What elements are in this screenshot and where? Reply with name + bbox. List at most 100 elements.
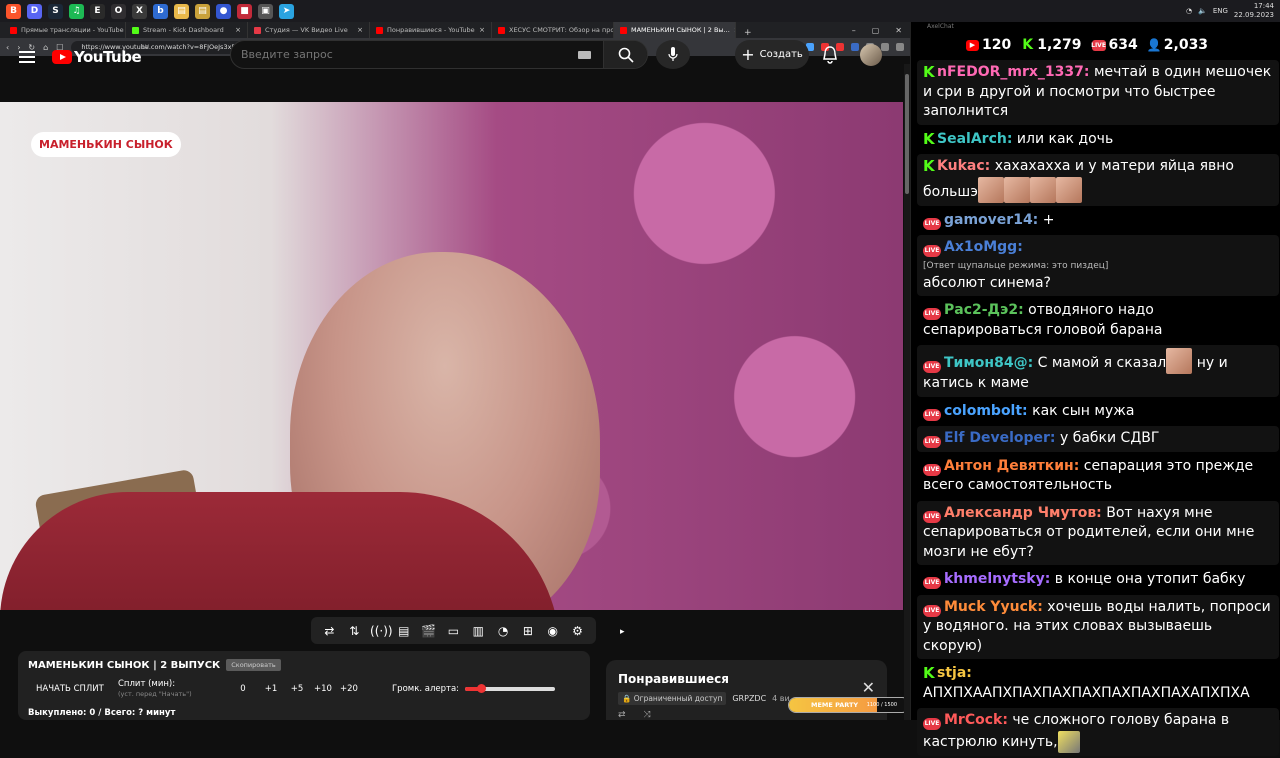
meme-party-fill: MEME PARTY	[789, 698, 877, 712]
extension-tool-icon[interactable]: ((·))	[370, 624, 393, 638]
chat-message: LIVE Антон Девяткин: сепарация это прежде…	[917, 454, 1279, 499]
avatar[interactable]	[860, 44, 882, 66]
copy-button[interactable]: Скопировать	[226, 659, 281, 671]
discord-icon[interactable]: D	[27, 3, 42, 19]
chat-author[interactable]: Александр Чмутов:	[944, 505, 1102, 521]
steam-icon[interactable]: S	[48, 3, 63, 19]
close-playlist-icon[interactable]: ✕	[862, 678, 875, 697]
telegram-icon[interactable]: ➤	[279, 3, 294, 19]
notifications-bell-icon[interactable]	[822, 46, 838, 68]
app-gray-icon[interactable]: ▣	[258, 3, 273, 19]
keyboard-icon[interactable]	[578, 50, 591, 59]
chat-author[interactable]: Elf Developer:	[944, 430, 1056, 446]
start-split-button[interactable]: НАЧАТЬ СПЛИТ	[28, 684, 118, 694]
chat-message: LIVE gamover14: +	[917, 208, 1279, 234]
chat-author[interactable]: Тимон84@:	[944, 355, 1033, 371]
tab-favicon-icon	[10, 26, 17, 34]
chat-author[interactable]: SealArch:	[937, 131, 1012, 147]
chat-author[interactable]: stja:	[937, 665, 972, 681]
alert-volume-slider[interactable]	[465, 684, 556, 693]
chat-author[interactable]: Ax1oMgg:	[944, 239, 1023, 255]
stat-value: 634	[1108, 37, 1138, 53]
youtube-logo[interactable]: YouTube LV	[52, 44, 149, 66]
chat-author[interactable]: colombolt:	[944, 403, 1028, 419]
add-5-button[interactable]: +5	[284, 684, 310, 694]
kick-badge-icon: K	[923, 129, 935, 148]
chat-message: LIVE Тимон84@: С мамой я сказал ну и кати…	[917, 345, 1279, 397]
kick-badge-icon: K	[923, 664, 935, 682]
chat-message: LIVE Muck Yyuck: хочешь воды налить, попр…	[917, 594, 1279, 659]
tab-close-icon[interactable]: ×	[479, 26, 485, 34]
extension-tool-icon[interactable]: ⚙	[569, 624, 587, 638]
chat-author[interactable]: khmelnytsky:	[944, 571, 1050, 587]
extension-tool-icon[interactable]: ⇄	[320, 624, 338, 638]
chat-text: АПХПХААПХПАХПАХПАХПАХПАХПАХАПХПХА	[923, 684, 1250, 701]
brave-icon[interactable]: B	[6, 3, 21, 19]
add-20-button[interactable]: +20	[336, 684, 362, 694]
split-panel: МАМЕНЬКИН СЫНОК | 2 ВЫПУСК Скопировать Н…	[18, 651, 590, 720]
kick-badge-icon: K	[923, 63, 935, 81]
playlist-owner[interactable]: GRPZDC	[732, 694, 766, 703]
extension-tool-icon[interactable]: ⊞	[519, 624, 537, 638]
access-badge: 🔒 Ограниченный доступ	[618, 692, 727, 705]
tab-title: Прямые трансляции - YouTube Studio	[21, 26, 125, 34]
tab-close-icon[interactable]: ×	[235, 26, 241, 34]
chat-message: LIVE Elf Developer: у бабки СДВГ	[917, 426, 1279, 452]
taskbar: B D S ♫ E O Xb ▤ ▤ ● ■ ▣ ➤	[0, 0, 1280, 22]
extension-tool-icon[interactable]: ⇅	[345, 624, 363, 638]
app-circle-icon[interactable]: ●	[216, 3, 231, 19]
hamburger-menu-icon[interactable]	[19, 51, 35, 63]
video-player[interactable]: МАМЕНЬКИН СЫНОК	[0, 102, 903, 610]
folder-icon[interactable]: ▤	[174, 3, 189, 19]
split-label-text: Сплит (мин):	[118, 679, 176, 689]
bought-minutes: Выкуплено: 0 / Всего: ? минут	[28, 708, 176, 718]
chat-author[interactable]: Kukac:	[937, 158, 990, 174]
chat-author[interactable]: Рас2-Дэ2:	[944, 302, 1024, 318]
reply-quote: [Ответ щупальце режима: это пиздец]	[923, 260, 1109, 271]
chat-author[interactable]: Muck Yyuck:	[944, 599, 1043, 615]
language-indicator[interactable]: ENG	[1213, 7, 1228, 15]
clock[interactable]: 17:44 22.09.2023	[1234, 2, 1274, 20]
tab-title: МАМЕНЬКИН СЫНОК | 2 Вы...	[631, 26, 730, 34]
network-icon[interactable]: ◔	[1186, 7, 1192, 15]
chat-message: LIVE colombolt: как сын мужа	[917, 399, 1279, 425]
microphone-icon	[668, 47, 678, 61]
epic-icon[interactable]: E	[90, 3, 105, 19]
loop-icon[interactable]: ⇄	[618, 710, 626, 720]
app-folder2-icon[interactable]: ▤	[195, 3, 210, 19]
create-button[interactable]: + Создать	[735, 40, 809, 69]
extension-tool-icon[interactable]: ◉	[544, 624, 562, 638]
chat-text: или как дочь	[1016, 130, 1114, 147]
chat-author[interactable]: gamover14:	[944, 212, 1038, 228]
app-red-icon[interactable]: ■	[237, 3, 252, 19]
extension-tool-icon[interactable]: ▥	[469, 624, 487, 638]
spotify-icon[interactable]: ♫	[69, 3, 84, 19]
chat-author[interactable]: MrCock:	[944, 712, 1008, 728]
extension-tool-icon[interactable]: ▤	[395, 624, 413, 638]
shuffle-icon[interactable]: ⤨	[644, 710, 651, 720]
obs-icon[interactable]: O	[111, 3, 126, 19]
xbox-icon[interactable]: X	[132, 3, 147, 19]
extension-tool-icon[interactable]: 🎬	[420, 624, 438, 638]
chat-message: Kstja: АПХПХААПХПАХПАХПАХПАХПАХПАХАПХПХА	[917, 661, 1279, 706]
search-button[interactable]	[603, 41, 647, 68]
tab-close-icon[interactable]: ×	[357, 26, 363, 34]
volume-icon[interactable]: 🔈	[1198, 7, 1207, 15]
youtube-icon: ▶	[966, 39, 979, 51]
playlist-title[interactable]: Понравившиеся	[618, 672, 875, 686]
chat-author[interactable]: nFEDOR_mrx_1337:	[937, 64, 1089, 80]
alert-volume-knob[interactable]	[477, 684, 487, 693]
app-blue-icon[interactable]: b	[153, 3, 168, 19]
chat-author[interactable]: Антон Девяткин:	[944, 458, 1079, 474]
meme-party-bar: MEME PARTY 1100 / 1500	[788, 697, 910, 713]
scrollbar-thumb[interactable]	[905, 74, 909, 194]
youtube-header: YouTube LV + Создать	[0, 34, 905, 80]
chat-panel: AxelChat ▶ 120 K 1,279 LIVE 634 👤 2,033 KnFEDOR…	[910, 22, 1280, 756]
extension-tool-icon[interactable]: ◔	[494, 624, 512, 638]
add-10-button[interactable]: +10	[310, 684, 336, 694]
tab-favicon-icon	[376, 26, 383, 34]
voice-search-button[interactable]	[656, 40, 690, 69]
extension-tool-icon[interactable]: ▭	[444, 624, 462, 638]
search-input[interactable]	[231, 48, 578, 61]
add-1-button[interactable]: +1	[258, 684, 284, 694]
